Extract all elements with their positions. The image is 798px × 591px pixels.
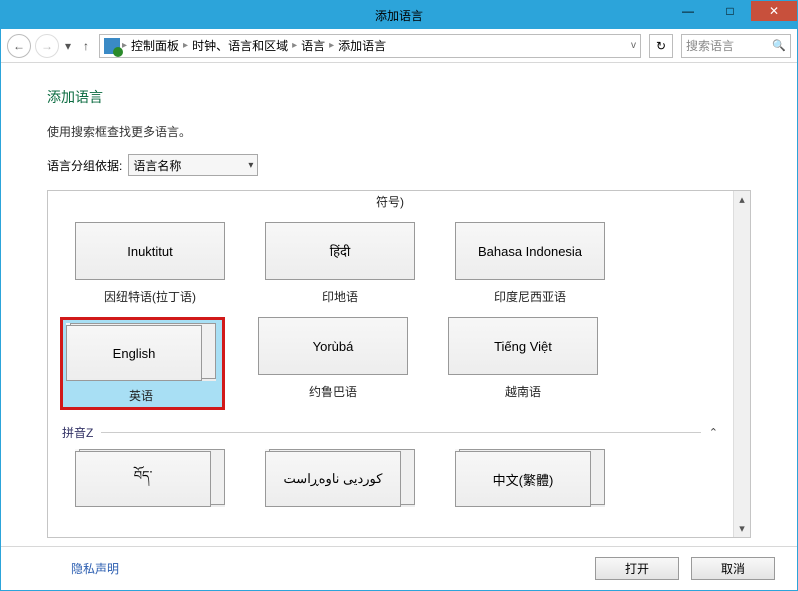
search-placeholder: 搜索语言 bbox=[686, 37, 734, 54]
open-button[interactable]: 打开 bbox=[595, 557, 679, 580]
group-by-value: 语言名称 bbox=[133, 157, 181, 174]
scroll-up-icon[interactable]: ▴ bbox=[734, 191, 751, 208]
page-title: 添加语言 bbox=[47, 87, 751, 107]
back-button[interactable]: ← bbox=[7, 34, 31, 58]
nav-toolbar: ← → ▾ ↑ ▸ 控制面板 ▸ 时钟、语言和区域 ▸ 语言 ▸ 添加语言 v … bbox=[1, 29, 797, 63]
breadcrumb-item[interactable]: 语言 bbox=[299, 37, 327, 54]
language-row: བོད་ کوردیی ناوەڕاست 中文(繁體) bbox=[50, 445, 730, 507]
language-tile-chinese-traditional[interactable]: 中文(繁體) bbox=[448, 449, 612, 507]
language-tile-yoruba[interactable]: Yorùbá 约鲁巴语 bbox=[251, 317, 415, 410]
breadcrumb-item[interactable]: 时钟、语言和区域 bbox=[190, 37, 290, 54]
group-by-label: 语言分组依据: bbox=[47, 157, 122, 174]
footer: 隐私声明 打开 取消 bbox=[1, 546, 797, 590]
address-dropdown[interactable]: v bbox=[631, 40, 636, 51]
address-bar[interactable]: ▸ 控制面板 ▸ 时钟、语言和区域 ▸ 语言 ▸ 添加语言 v bbox=[99, 34, 641, 58]
window-controls: — □ ✕ bbox=[667, 1, 797, 23]
breadcrumb-item[interactable]: 控制面板 bbox=[129, 37, 181, 54]
cancel-button[interactable]: 取消 bbox=[691, 557, 775, 580]
window: 添加语言 — □ ✕ ← → ▾ ↑ ▸ 控制面板 ▸ 时钟、语言和区域 ▸ 语… bbox=[0, 0, 798, 591]
language-row: 3 English 英语 Yorùbá 约鲁巴语 bbox=[50, 305, 730, 410]
group-header-pinyin-z[interactable]: 拼音Z ⌃ bbox=[50, 410, 730, 445]
language-tile-tibetan[interactable]: བོད་ bbox=[68, 449, 232, 507]
privacy-link[interactable]: 隐私声明 bbox=[71, 560, 119, 577]
refresh-button[interactable]: ↻ bbox=[649, 34, 673, 58]
scrollbar[interactable]: ▴ ▾ bbox=[733, 191, 750, 537]
language-row: Inuktitut 因纽特语(拉丁语) हिंदी 印地语 Bahasa Ind… bbox=[50, 216, 730, 305]
language-tile-hindi[interactable]: हिंदी 印地语 bbox=[258, 222, 422, 305]
chevron-down-icon: ▾ bbox=[248, 160, 253, 171]
language-tile-vietnamese[interactable]: Tiếng Việt 越南语 bbox=[441, 317, 605, 410]
forward-button[interactable]: → bbox=[35, 34, 59, 58]
history-dropdown[interactable]: ▾ bbox=[63, 39, 73, 53]
control-panel-icon bbox=[104, 38, 120, 54]
breadcrumb-item[interactable]: 添加语言 bbox=[336, 37, 388, 54]
close-button[interactable]: ✕ bbox=[751, 1, 797, 21]
maximize-button[interactable]: □ bbox=[709, 1, 751, 21]
content-area: 添加语言 使用搜索框查找更多语言。 语言分组依据: 语言名称 ▾ 符号) Inu… bbox=[1, 63, 797, 546]
up-button[interactable]: ↑ bbox=[77, 37, 95, 55]
group-by-row: 语言分组依据: 语言名称 ▾ bbox=[47, 154, 751, 176]
window-title: 添加语言 bbox=[375, 7, 423, 24]
language-tile-inuktitut[interactable]: Inuktitut 因纽特语(拉丁语) bbox=[68, 222, 232, 305]
search-input[interactable]: 搜索语言 🔍 bbox=[681, 34, 791, 58]
collapse-icon[interactable]: ⌃ bbox=[709, 426, 718, 439]
group-by-select[interactable]: 语言名称 ▾ bbox=[128, 154, 258, 176]
scroll-down-icon[interactable]: ▾ bbox=[734, 520, 751, 537]
search-icon: 🔍 bbox=[772, 39, 786, 52]
language-tile-english-selected[interactable]: English 英语 bbox=[60, 317, 225, 410]
minimize-button[interactable]: — bbox=[667, 1, 709, 21]
language-tile-indonesian[interactable]: Bahasa Indonesia 印度尼西亚语 bbox=[448, 222, 612, 305]
breadcrumb-sep: ▸ bbox=[122, 40, 127, 51]
language-list: 符号) Inuktitut 因纽特语(拉丁语) हिंदी 印地语 Bahasa… bbox=[47, 190, 751, 538]
language-list-viewport: 符号) Inuktitut 因纽特语(拉丁语) हिंदी 印地语 Bahasa… bbox=[48, 191, 732, 537]
language-tile-central-kurdish[interactable]: کوردیی ناوەڕاست bbox=[258, 449, 422, 507]
titlebar: 添加语言 — □ ✕ bbox=[1, 1, 797, 29]
page-hint: 使用搜索框查找更多语言。 bbox=[47, 123, 751, 140]
truncated-group-tail: 符号) bbox=[50, 191, 730, 216]
